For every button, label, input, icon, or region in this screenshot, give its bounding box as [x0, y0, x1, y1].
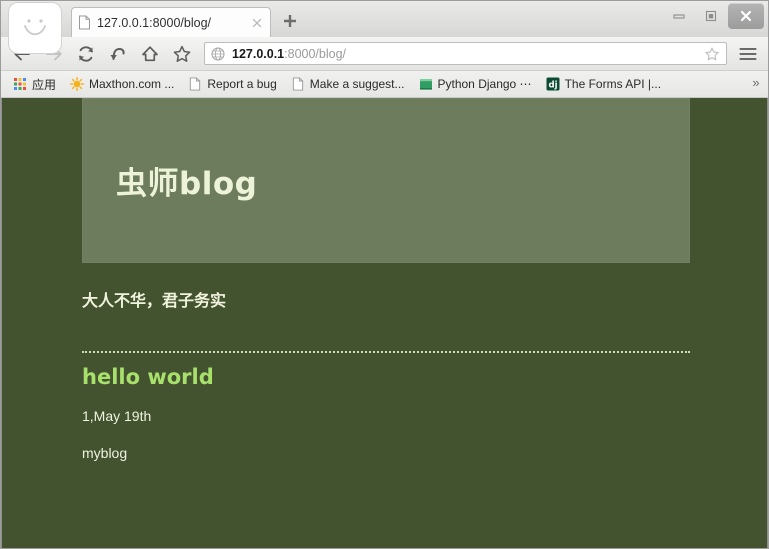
post-meta: 1,May 19th: [82, 408, 152, 424]
post-body: myblog: [82, 445, 128, 461]
page-icon: [78, 15, 91, 30]
bookmarks-bar: 应用 Maxthon.com ... Report a bug Make a s…: [1, 71, 768, 98]
post-title-link[interactable]: hello world: [82, 365, 767, 389]
close-icon[interactable]: [250, 16, 264, 30]
bookmark-label: Maxthon.com ...: [89, 77, 175, 91]
address-path: :8000/blog/: [284, 46, 346, 61]
favorite-button[interactable]: [167, 40, 197, 68]
bookmark-star-icon[interactable]: [704, 46, 720, 62]
bookmark-label: The Forms API |...: [564, 77, 662, 91]
browser-logo-icon: [9, 3, 61, 53]
browser-window: 127.0.0.1:8000/blog/ 127.0.0.1:8000/blog…: [0, 0, 769, 549]
address-bar[interactable]: 127.0.0.1:8000/blog/: [204, 42, 727, 65]
menu-button[interactable]: [734, 40, 762, 68]
window-controls: [664, 3, 764, 29]
site-title: 虫师blog: [116, 166, 258, 202]
home-icon: [142, 45, 158, 61]
post-divider: [82, 351, 690, 353]
tab-blog[interactable]: 127.0.0.1:8000/blog/: [71, 7, 271, 37]
reload-icon: [79, 45, 93, 62]
minimize-button[interactable]: [664, 4, 694, 28]
new-tab-button[interactable]: [277, 8, 303, 34]
maximize-button[interactable]: [696, 4, 726, 28]
bookmark-label: 应用: [32, 77, 57, 92]
django-dj-icon: dj: [546, 77, 560, 91]
close-button[interactable]: [728, 3, 764, 29]
bookmark-report-a-bug[interactable]: Report a bug: [181, 74, 283, 94]
bookmark-label: Make a suggest...: [309, 77, 405, 91]
bookmark-python-django[interactable]: Python Django ⋯: [412, 74, 539, 94]
bookmarks-overflow-button[interactable]: »: [748, 75, 764, 91]
tab-strip: 127.0.0.1:8000/blog/: [1, 1, 768, 53]
blog-page: 虫师blog 大人不华，君子务实 hello world 1,May 19th …: [2, 98, 767, 548]
hamburger-menu-icon: [739, 47, 757, 60]
home-button[interactable]: [135, 40, 165, 68]
address-bar-text: 127.0.0.1:8000/blog/: [232, 47, 346, 61]
green-book-icon: [419, 77, 433, 91]
globe-icon: [211, 46, 225, 61]
page-icon: [291, 77, 305, 91]
bookmark-maxthon[interactable]: Maxthon.com ...: [63, 74, 181, 94]
apps-grid-icon: [13, 77, 27, 91]
bookmark-label: Python Django ⋯: [437, 77, 532, 91]
navigation-toolbar: 127.0.0.1:8000/blog/: [1, 37, 768, 71]
bookmark-apps[interactable]: 应用: [6, 74, 63, 94]
svg-text:dj: dj: [548, 80, 557, 90]
undo-button[interactable]: [103, 40, 133, 68]
bookmark-the-forms-api[interactable]: dj The Forms API |...: [539, 74, 668, 94]
page-icon: [188, 77, 202, 91]
star-icon: [173, 45, 191, 62]
address-host: 127.0.0.1: [232, 46, 285, 61]
site-tagline: 大人不华，君子务实: [82, 291, 227, 310]
bookmark-label: Report a bug: [207, 77, 277, 91]
sun-icon: [70, 77, 84, 91]
site-header-banner: 虫师blog: [82, 98, 690, 263]
reload-button[interactable]: [71, 40, 101, 68]
bookmark-make-a-suggestion[interactable]: Make a suggest...: [284, 74, 412, 94]
tab-title: 127.0.0.1:8000/blog/: [97, 15, 211, 30]
page-viewport: 虫师blog 大人不华，君子务实 hello world 1,May 19th …: [1, 98, 768, 548]
undo-arrow-icon: [110, 47, 125, 60]
